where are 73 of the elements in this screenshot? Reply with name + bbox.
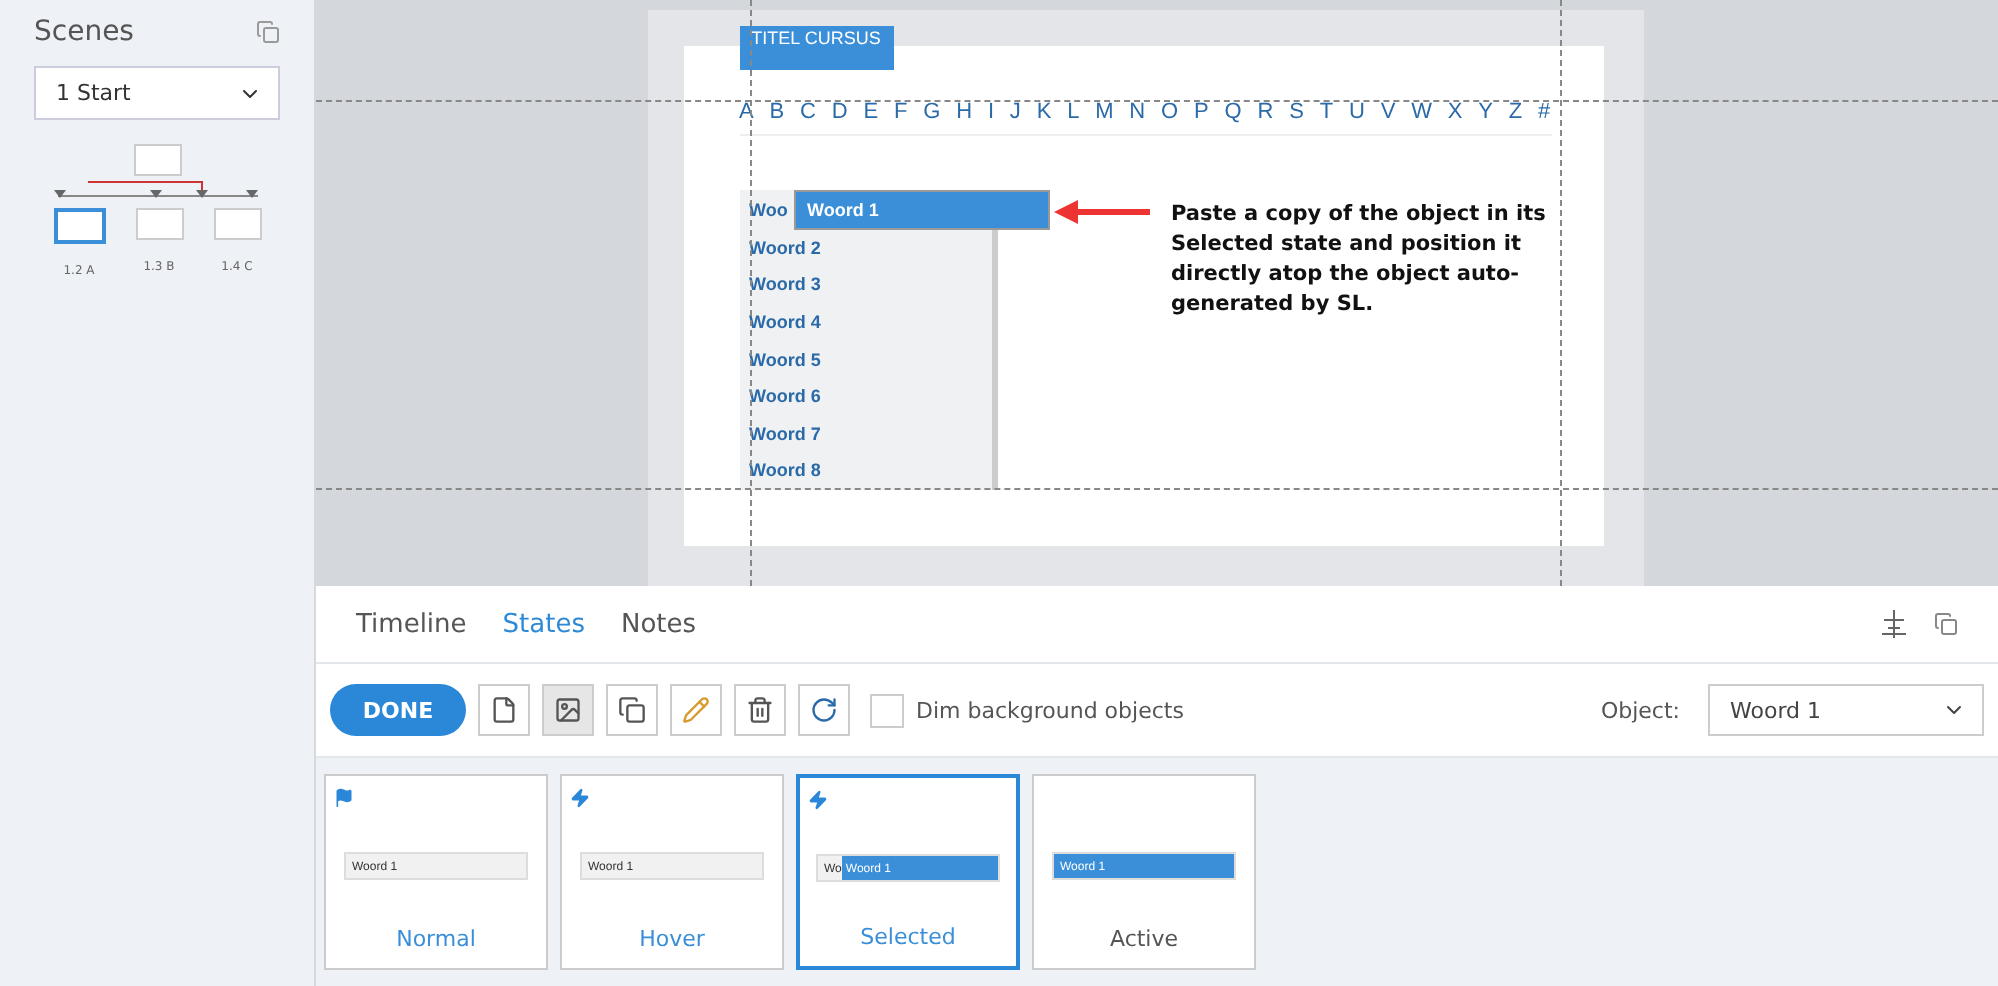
slide-title: TITEL CURSUS xyxy=(739,26,893,70)
done-button[interactable]: DONE xyxy=(330,684,466,736)
letter-link[interactable]: O xyxy=(1161,100,1179,124)
letter-link[interactable]: Y xyxy=(1478,100,1493,124)
letter-link[interactable]: T xyxy=(1319,100,1334,124)
letter-link[interactable]: J xyxy=(1009,100,1021,124)
scene-thumbnail[interactable] xyxy=(213,208,261,240)
list-item[interactable]: Woord 8 xyxy=(749,452,821,490)
panel-title: Scenes xyxy=(34,16,134,48)
letter-link[interactable]: I xyxy=(987,100,994,124)
letter-link[interactable]: H xyxy=(956,100,973,124)
callout-text: Paste a copy of the object in its Selected state and position it directly atop the object auto-generated by SL. xyxy=(1171,200,1548,320)
pencil-icon xyxy=(682,696,710,724)
letter-link[interactable]: N xyxy=(1129,100,1146,124)
object-dropdown[interactable]: Woord 1 xyxy=(1708,684,1984,736)
arrow-icon xyxy=(1053,200,1149,224)
list-item[interactable]: Woord 7 xyxy=(749,415,821,453)
letter-link[interactable]: # xyxy=(1538,100,1551,124)
list-item[interactable]: Woord 4 xyxy=(749,303,821,341)
letter-link[interactable]: P xyxy=(1194,100,1209,124)
list-item[interactable]: Woo xyxy=(749,192,788,230)
letter-link[interactable]: B xyxy=(769,100,785,124)
letter-link[interactable]: S xyxy=(1289,100,1304,124)
redo-icon xyxy=(810,696,838,724)
list-item[interactable]: Woord 2 xyxy=(749,229,821,267)
list-item[interactable]: Woord 5 xyxy=(749,341,821,379)
window-icon[interactable] xyxy=(256,20,280,44)
letter-link[interactable]: U xyxy=(1348,100,1365,124)
tab[interactable]: Notes xyxy=(620,609,697,639)
letter-link[interactable]: D xyxy=(831,100,848,124)
letter-link[interactable]: C xyxy=(800,100,816,124)
scene-thumbnail[interactable] xyxy=(135,208,183,240)
letter-link[interactable]: E xyxy=(863,100,879,124)
scene-thumbnail[interactable] xyxy=(53,208,105,244)
checkbox-label: Dim background objects xyxy=(916,697,1184,723)
copy-icon xyxy=(618,696,646,724)
letter-link[interactable]: F xyxy=(893,100,908,124)
toolbar-button[interactable] xyxy=(798,684,850,736)
checkbox[interactable] xyxy=(870,693,904,727)
letter-link[interactable]: L xyxy=(1067,100,1080,124)
toolbar-button[interactable] xyxy=(734,684,786,736)
list-item[interactable]: Woord 3 xyxy=(749,266,821,304)
letter-link[interactable]: Q xyxy=(1224,100,1242,124)
tab[interactable]: Timeline xyxy=(356,609,467,639)
letter-link[interactable]: V xyxy=(1380,100,1396,124)
flag-icon xyxy=(334,788,354,808)
new-page-icon xyxy=(490,696,518,724)
lightning-icon xyxy=(570,788,590,808)
image-icon xyxy=(554,696,582,724)
letter-link[interactable]: W xyxy=(1411,100,1432,124)
toolbar-button[interactable] xyxy=(606,684,658,736)
window-icon[interactable] xyxy=(1934,612,1958,636)
state-label: Normal xyxy=(396,926,476,952)
letter-link[interactable]: M xyxy=(1095,100,1114,124)
toolbar-button[interactable] xyxy=(542,684,594,736)
tab[interactable]: States xyxy=(502,609,585,639)
letter-link[interactable]: Z xyxy=(1508,100,1523,124)
list-item[interactable]: Woord 6 xyxy=(749,378,821,416)
letter-link[interactable]: R xyxy=(1257,100,1274,124)
scene-dropdown[interactable]: 1 Start xyxy=(34,66,280,120)
toolbar-button[interactable] xyxy=(478,684,530,736)
trash-icon xyxy=(746,696,774,724)
object-label: Object: xyxy=(1600,697,1680,723)
letter-link[interactable]: K xyxy=(1036,100,1052,124)
selected-object[interactable]: Woord 1 xyxy=(795,192,1047,228)
letter-link[interactable]: X xyxy=(1447,100,1463,124)
align-icon[interactable] xyxy=(1882,610,1906,638)
letter-link[interactable]: G xyxy=(923,100,941,124)
state-label: Hover xyxy=(639,926,705,952)
state-label: Active xyxy=(1109,926,1179,952)
scene-thumbnail[interactable] xyxy=(133,144,181,176)
state-label: Selected xyxy=(860,924,956,950)
lightning-icon xyxy=(808,790,828,810)
